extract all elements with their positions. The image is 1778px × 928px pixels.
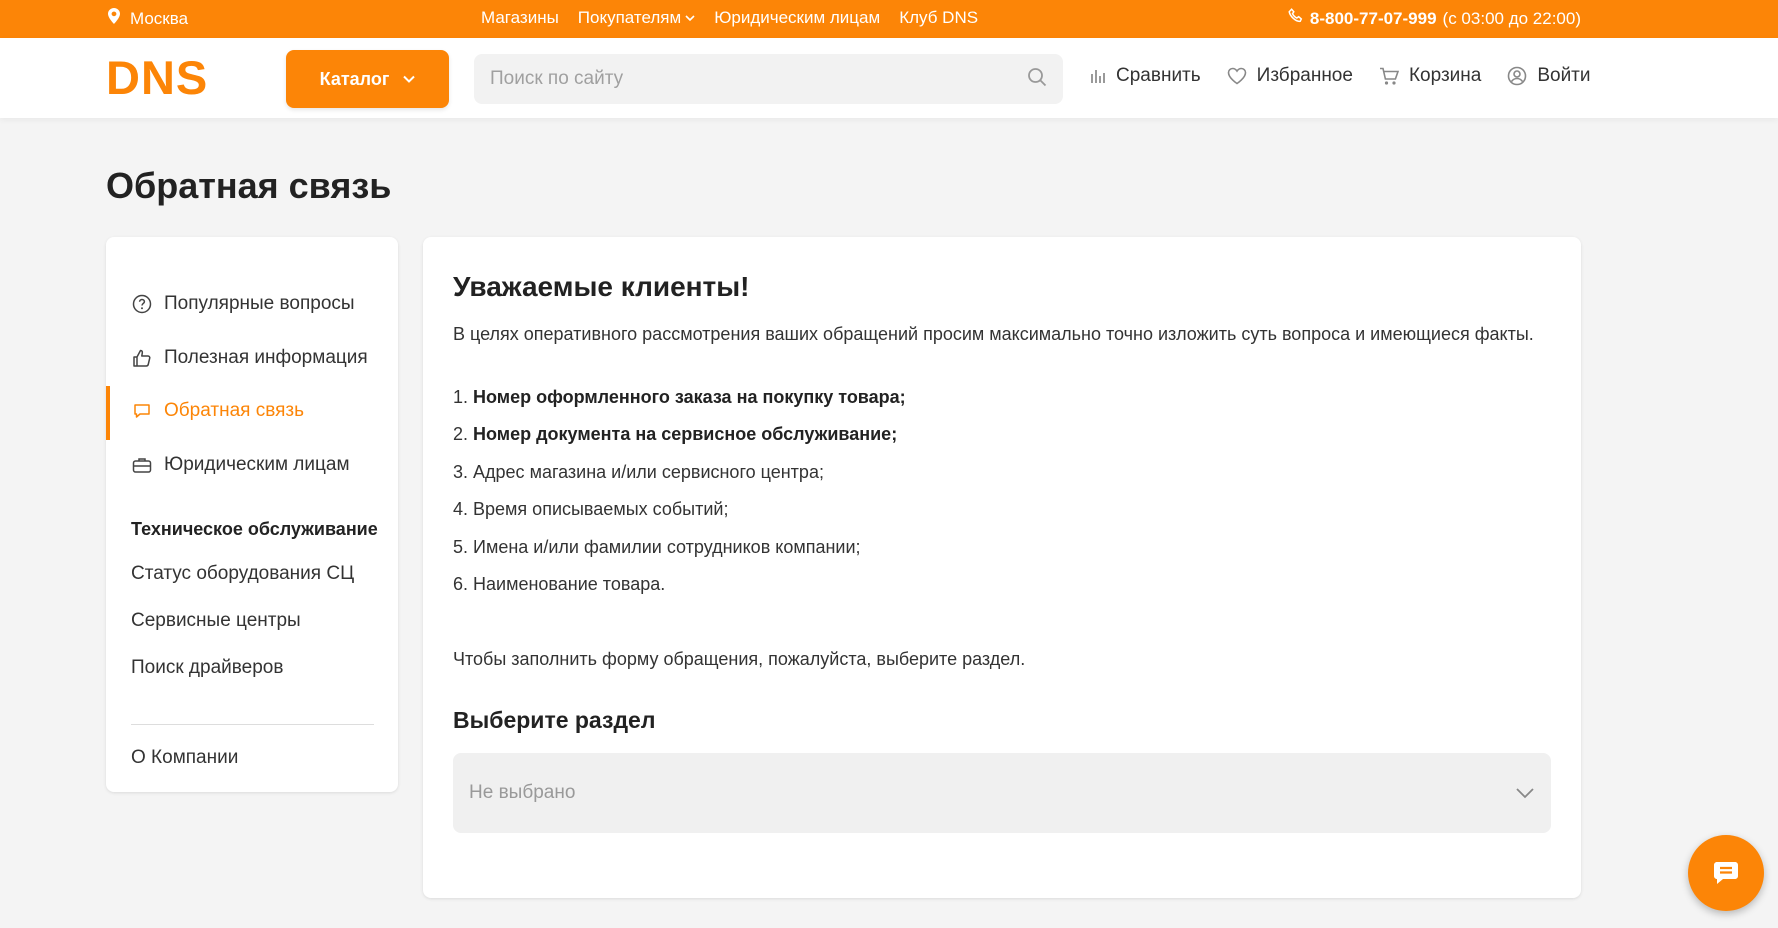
list-text: Имена и/или фамилии сотрудников компании… <box>473 537 861 557</box>
list-text: Номер документа на сервисное обслуживани… <box>473 424 898 444</box>
list-item: 6. Наименование товара. <box>453 574 665 595</box>
chevron-down-icon <box>403 75 416 83</box>
list-item: 1. Номер оформленного заказа на покупку … <box>453 387 906 408</box>
catalog-button[interactable]: Каталог <box>286 50 449 108</box>
list-text: Наименование товара. <box>473 574 666 594</box>
sidebar-item-label: Юридическим лицам <box>164 454 350 475</box>
feedback-card: Уважаемые клиенты! В целях оперативного … <box>423 237 1581 898</box>
city-selector[interactable]: Москва <box>108 8 188 29</box>
phone-icon <box>1288 8 1304 29</box>
list-text: Время описываемых событий; <box>473 499 729 519</box>
sidebar-item-feedback[interactable]: Обратная связь <box>106 386 398 440</box>
search-bar <box>474 54 1063 104</box>
logo-text: DNS <box>106 58 208 98</box>
section-select[interactable]: Не выбрано <box>453 753 1551 833</box>
top-link-stores[interactable]: Магазины <box>481 8 559 28</box>
header-actions: Сравнить Избранное Корзина Войти <box>1090 65 1591 87</box>
chevron-down-icon <box>1516 788 1534 799</box>
catalog-label: Каталог <box>319 68 390 89</box>
compare-icon <box>1091 70 1105 83</box>
chevron-down-icon <box>685 14 695 21</box>
hotline[interactable]: 8-800-77-07-999 (с 03:00 до 22:00) <box>1288 8 1581 29</box>
list-number: 3. <box>453 462 469 482</box>
sidebar-section-heading: Техническое обслуживание <box>131 519 378 539</box>
compare-button[interactable]: Сравнить <box>1090 65 1201 87</box>
question-icon <box>132 294 152 314</box>
sidebar-divider <box>131 724 374 725</box>
login-button[interactable]: Войти <box>1507 65 1591 87</box>
header: DNS Каталог Сравнить Избранное Корзина В… <box>0 38 1778 118</box>
dns-logo[interactable]: DNS <box>106 58 256 98</box>
location-pin-icon <box>108 8 120 29</box>
list-number: 6. <box>453 574 469 594</box>
cart-button[interactable]: Корзина <box>1379 65 1481 87</box>
sidebar-item-popular-questions[interactable]: Популярные вопросы <box>106 279 398 329</box>
sidebar-link-about[interactable]: О Компании <box>131 747 238 769</box>
favorites-button[interactable]: Избранное <box>1227 65 1353 87</box>
list-text: Номер оформленного заказа на покупку тов… <box>473 387 906 407</box>
list-number: 5. <box>453 537 469 557</box>
list-number: 4. <box>453 499 469 519</box>
list-number: 1. <box>453 387 469 407</box>
list-text: Адрес магазина и/или сервисного центра; <box>473 462 824 482</box>
sidebar-item-label: Популярные вопросы <box>164 293 355 314</box>
card-title: Уважаемые клиенты! <box>453 271 750 302</box>
top-link-club[interactable]: Клуб DNS <box>899 8 978 28</box>
sidebar-link-service-centers[interactable]: Сервисные центры <box>131 610 301 632</box>
intro-text: В целях оперативного рассмотрения ваших … <box>453 324 1534 344</box>
sidebar-item-legal-entities[interactable]: Юридическим лицам <box>106 440 398 490</box>
top-link-customers-label: Покупателям <box>577 8 682 27</box>
list-item: 2. Номер документа на сервисное обслужив… <box>453 424 897 445</box>
outro-text: Чтобы заполнить форму обращения, пожалуй… <box>453 649 1026 669</box>
list-item: 4. Время описываемых событий; <box>453 499 728 520</box>
section-select-title: Выберите раздел <box>453 707 656 733</box>
thumbs-up-icon <box>132 348 152 368</box>
sidebar-item-useful-info[interactable]: Полезная информация <box>106 333 398 383</box>
favorites-label: Избранное <box>1256 65 1353 86</box>
top-link-legal[interactable]: Юридическим лицам <box>714 8 880 28</box>
phone-number: 8-800-77-07-999 <box>1309 8 1437 28</box>
list-number: 2. <box>453 424 469 444</box>
sidebar-link-equipment-status[interactable]: Статус оборудования СЦ <box>131 563 354 585</box>
list-item: 3. Адрес магазина и/или сервисного центр… <box>453 462 824 483</box>
phone-hours: (с 03:00 до 22:00) <box>1442 8 1581 28</box>
briefcase-icon <box>132 455 152 475</box>
sidebar-item-label: Обратная связь <box>164 400 304 421</box>
search-icon[interactable] <box>1027 67 1047 92</box>
search-input[interactable] <box>490 68 1027 90</box>
select-value: Не выбрано <box>469 782 576 803</box>
cart-label: Корзина <box>1408 65 1482 86</box>
top-links: Магазины Покупателям Юридическим лицам К… <box>481 8 978 28</box>
chat-button[interactable] <box>1688 835 1764 911</box>
user-icon <box>1508 66 1527 86</box>
list-item: 5. Имена и/или фамилии сотрудников компа… <box>453 537 861 558</box>
sidebar-link-driver-search[interactable]: Поиск драйверов <box>131 657 283 679</box>
top-link-customers[interactable]: Покупателям <box>578 8 695 28</box>
chat-bubble-icon <box>132 401 152 421</box>
sidebar: Популярные вопросы Полезная информация О… <box>106 237 398 792</box>
city-label: Москва <box>130 8 189 28</box>
heart-icon <box>1227 67 1246 85</box>
compare-label: Сравнить <box>1116 65 1201 86</box>
top-bar: Москва Магазины Покупателям Юридическим … <box>0 0 1778 38</box>
chat-icon <box>1714 862 1738 884</box>
sidebar-item-label: Полезная информация <box>164 347 368 368</box>
page-title: Обратная связь <box>106 165 392 206</box>
login-label: Войти <box>1537 65 1591 86</box>
cart-icon <box>1379 67 1399 85</box>
